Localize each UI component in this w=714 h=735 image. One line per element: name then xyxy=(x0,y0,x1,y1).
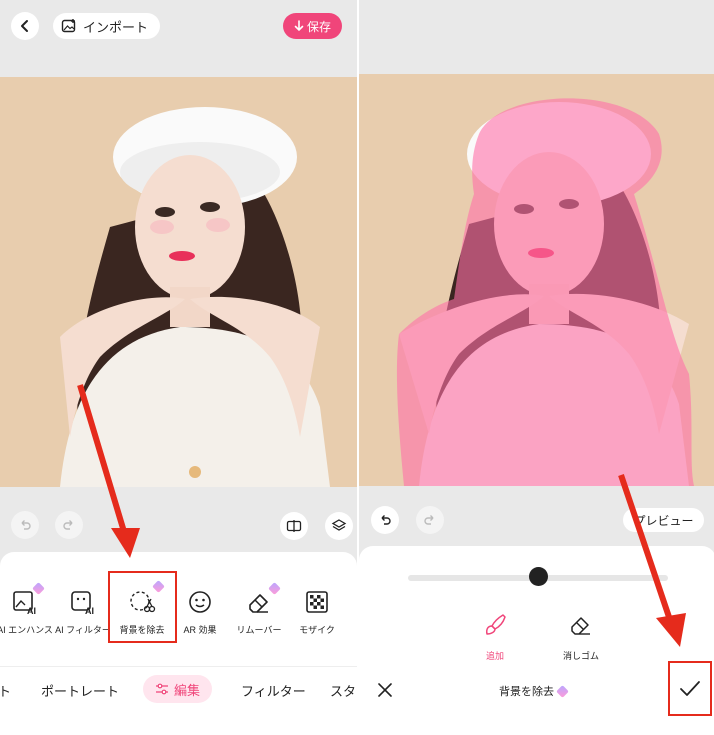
undo-button[interactable] xyxy=(11,511,39,539)
redo-button[interactable] xyxy=(55,511,83,539)
annotation-highlight-box xyxy=(108,571,177,643)
brush-add-button[interactable]: 追加 xyxy=(465,612,525,662)
import-button[interactable]: インポート xyxy=(53,13,161,39)
portrait-photo xyxy=(0,77,357,487)
compare-icon xyxy=(286,520,302,532)
layers-icon xyxy=(331,519,347,531)
tool-remover[interactable]: リムーバー xyxy=(228,582,290,636)
svg-text:AI: AI xyxy=(27,606,36,615)
brush-add-label: 追加 xyxy=(485,651,504,661)
eraser-icon xyxy=(228,586,290,618)
undo-button[interactable] xyxy=(371,506,399,534)
tab-filter[interactable]: フィルター xyxy=(241,681,306,700)
chevron-left-icon xyxy=(21,20,28,32)
sliders-icon xyxy=(155,683,168,695)
confirm-button[interactable] xyxy=(668,661,712,716)
save-button[interactable]: 保存 xyxy=(283,13,342,39)
tool-ai-filter[interactable]: AI AI フィルター xyxy=(52,586,114,636)
svg-text:AI: AI xyxy=(85,606,94,615)
tool-mosaic[interactable]: モザイク xyxy=(286,586,348,636)
tool-label: モザイク xyxy=(299,625,335,635)
redo-button[interactable] xyxy=(416,506,444,534)
compare-button[interactable] xyxy=(280,512,308,540)
tool-label: AR 効果 xyxy=(183,625,217,635)
title-text: 背景を除去 xyxy=(499,686,554,698)
preview-button[interactable]: プレビュー xyxy=(623,508,704,532)
eraser-button[interactable]: 消しゴム xyxy=(551,612,611,662)
redo-icon xyxy=(63,520,73,530)
screenshot-root: インポート 保存 AI AI エンハンス AI AI フィルター 背景を除去 A… xyxy=(0,0,714,735)
tab-sticker[interactable]: スタ xyxy=(330,681,356,700)
checkmark-icon xyxy=(680,680,700,696)
eraser-icon xyxy=(571,617,590,635)
premium-gem-icon xyxy=(556,684,569,698)
tool-ar-effect[interactable]: AR 効果 xyxy=(169,586,231,636)
tool-ai-enhance[interactable]: AI AI エンハンス xyxy=(0,582,56,636)
image-add-icon xyxy=(61,19,76,33)
tab-edit-label: 編集 xyxy=(173,682,200,698)
tool-label: リムーバー xyxy=(236,625,282,635)
ar-effect-icon xyxy=(169,586,231,618)
ai-filter-icon: AI xyxy=(52,586,114,618)
brush-icon xyxy=(486,614,506,635)
mosaic-icon xyxy=(286,586,348,618)
redo-icon xyxy=(424,515,434,525)
remove-background-title: 背景を除去 xyxy=(499,683,569,699)
tab-previous[interactable]: ト xyxy=(0,681,11,700)
layers-button[interactable] xyxy=(325,512,353,540)
arrow-down-icon xyxy=(294,20,304,32)
remove-background-panel: プレビュー 追加 消しゴム 背景を除去 xyxy=(357,0,714,735)
masked-portrait-photo xyxy=(359,74,714,486)
divider xyxy=(0,666,357,667)
tab-edit[interactable]: 編集 xyxy=(143,675,212,703)
import-label: インポート xyxy=(83,19,149,35)
photo-canvas[interactable] xyxy=(0,77,357,487)
tool-label: AI フィルター xyxy=(55,625,111,635)
tools-sheet xyxy=(0,552,357,735)
close-icon[interactable] xyxy=(375,680,395,700)
brush-size-slider-knob[interactable] xyxy=(528,567,548,586)
tab-portrait[interactable]: ポートレート xyxy=(41,681,119,700)
photo-canvas-mask[interactable] xyxy=(359,74,714,486)
eraser-label: 消しゴム xyxy=(562,651,599,661)
editor-panel-left: インポート 保存 AI AI エンハンス AI AI フィルター 背景を除去 A… xyxy=(0,0,357,735)
back-button[interactable] xyxy=(11,12,39,40)
tool-label: AI エンハンス xyxy=(0,625,53,635)
undo-icon xyxy=(21,520,31,530)
save-label: 保存 xyxy=(306,19,331,34)
undo-icon xyxy=(381,515,391,525)
ai-enhance-icon: AI xyxy=(0,586,56,618)
